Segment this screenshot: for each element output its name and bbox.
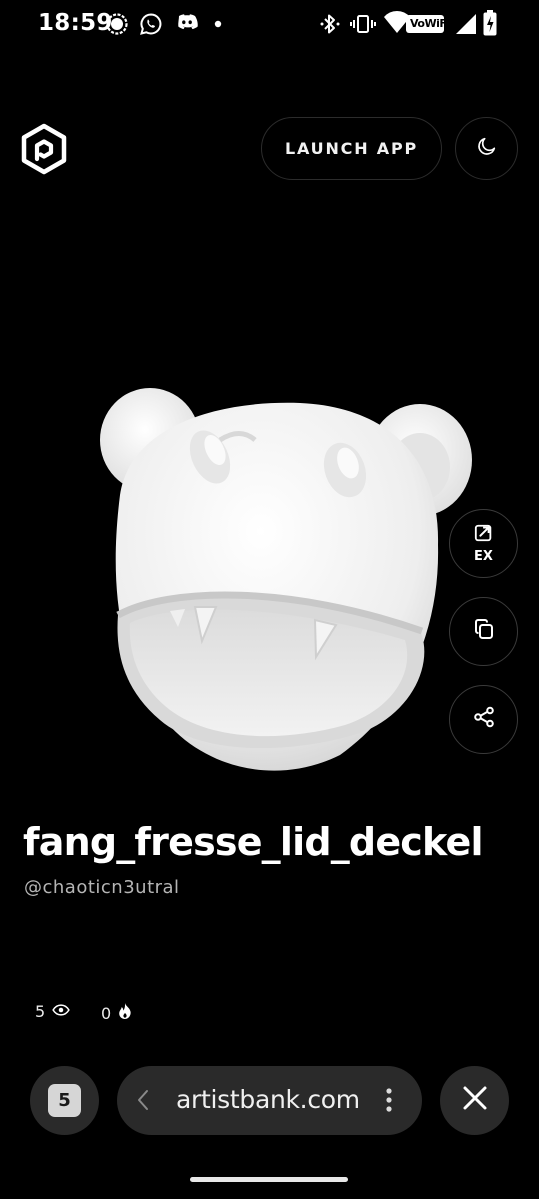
views-stat: 5: [35, 1002, 70, 1021]
chevron-left-icon[interactable]: [135, 1088, 151, 1117]
export-edit-icon: [473, 523, 495, 548]
copy-button[interactable]: [449, 597, 518, 666]
share-icon: [472, 705, 496, 734]
close-tab-button[interactable]: [440, 1066, 509, 1135]
fire-icon: [111, 1002, 132, 1024]
battery-icon: [482, 9, 498, 37]
author-link[interactable]: @chaoticn3utral: [24, 877, 180, 898]
moon-icon: [476, 135, 498, 162]
close-icon: [462, 1085, 488, 1116]
copy-icon: [472, 617, 496, 646]
notification-dot-icon: [214, 20, 222, 28]
cell-signal-icon: [455, 12, 477, 36]
launch-app-button[interactable]: LAUNCH APP: [261, 117, 442, 180]
wifi-calling-label: VoWiFi: [410, 17, 450, 30]
whatsapp-icon: [139, 12, 163, 36]
artistbank-logo-icon[interactable]: [18, 123, 70, 175]
likes-stat: 0: [101, 1002, 132, 1024]
discord-icon: [174, 12, 200, 34]
eye-icon: [45, 1002, 70, 1021]
likes-count: 0: [101, 1003, 112, 1023]
export-button[interactable]: EX: [449, 509, 518, 578]
model-3d-viewer[interactable]: [90, 375, 490, 785]
bluetooth-icon: [320, 12, 340, 36]
status-bar: 18:59 VoWiFi: [0, 0, 539, 52]
url-bar[interactable]: artistbank.com: [117, 1066, 422, 1135]
home-indicator[interactable]: [190, 1177, 348, 1182]
tab-count: 5: [48, 1084, 81, 1117]
status-time: 18:59: [38, 10, 113, 36]
share-button[interactable]: [449, 685, 518, 754]
tab-switcher-button[interactable]: 5: [30, 1066, 99, 1135]
export-label: EX: [474, 549, 493, 564]
signal-messenger-icon: [105, 12, 129, 36]
more-vertical-icon[interactable]: [385, 1086, 393, 1119]
url-text[interactable]: artistbank.com: [176, 1085, 360, 1114]
item-title: fang_fresse_lid_deckel: [23, 820, 483, 864]
theme-toggle-button[interactable]: [455, 117, 518, 180]
views-count: 5: [35, 1002, 46, 1021]
vibrate-icon: [350, 12, 376, 36]
